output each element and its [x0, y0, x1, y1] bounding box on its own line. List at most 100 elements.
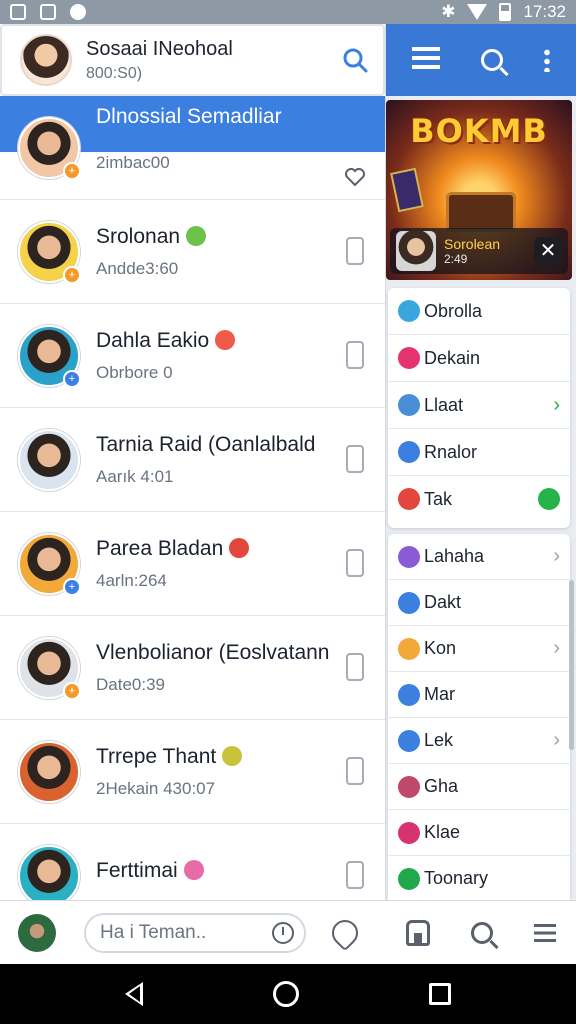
avatar[interactable]: + — [18, 532, 81, 596]
chat-list-item[interactable]: + Vlenbolianor (Eoslvatann Date0:39 — [0, 616, 385, 720]
emoji-icon — [222, 745, 243, 766]
contact-list-item[interactable]: Tak — [388, 476, 570, 522]
chat-name: Parea Bladan — [96, 536, 224, 560]
card-illustration — [390, 167, 424, 213]
contact-list-item[interactable]: Lahaha › — [388, 534, 570, 579]
contact-list-item[interactable]: Lek › — [388, 718, 570, 763]
emoji-icon — [183, 859, 204, 880]
chevron-right-icon[interactable]: › — [553, 637, 560, 660]
contact-label: Lahaha — [424, 546, 485, 566]
back-icon[interactable] — [125, 982, 143, 1006]
contact-list-item[interactable]: Rnalor — [388, 429, 570, 475]
menu-icon[interactable] — [533, 923, 556, 942]
chat-text: Dlnossial Semadliar 2imbac00 — [96, 105, 343, 173]
clock-icon[interactable] — [272, 921, 294, 944]
avatar — [398, 591, 420, 614]
chat-list-item[interactable]: + Parea Bladan 4arln:264 — [0, 512, 385, 616]
status-icons-left — [10, 4, 86, 20]
contact-list-item[interactable]: Gha — [388, 764, 570, 809]
heart-outline-icon[interactable] — [326, 914, 364, 951]
bottom-nav — [386, 900, 576, 964]
avatar[interactable]: + — [18, 116, 81, 180]
avatar[interactable] — [18, 428, 80, 491]
system-nav-bar — [0, 964, 576, 1024]
chevron-right-icon[interactable]: › — [553, 545, 560, 568]
more-options-icon[interactable] — [543, 48, 550, 72]
game-banner[interactable]: BOKMB Sorolean 2:49 ✕ — [386, 100, 572, 280]
phone-icon[interactable] — [343, 548, 367, 579]
chat-list-item[interactable]: Tarnia Raid (Oanlalbald Aarık 4:01 — [0, 408, 385, 512]
chat-name: Dahla Eakio — [96, 328, 210, 352]
heart-shape — [345, 167, 365, 186]
emoji-icon — [186, 225, 207, 246]
phone-icon[interactable] — [343, 860, 367, 891]
chat-list-item[interactable]: + Srolonan Andde3:60 — [0, 200, 385, 304]
phone-shape — [346, 236, 364, 265]
chevron-right-icon[interactable]: › — [553, 729, 560, 752]
chat-text: Dahla Eakio Obrbore 0 — [96, 329, 343, 383]
status-bar: ✱ 17:32 — [0, 0, 576, 24]
profile-header[interactable]: Sosaai INeohoal 800:S0) — [0, 24, 385, 96]
heart-outline-icon[interactable] — [343, 133, 367, 186]
phone-icon[interactable] — [343, 340, 367, 371]
phone-icon[interactable] — [343, 652, 367, 683]
phone-shape — [346, 756, 364, 785]
phone-icon[interactable] — [343, 756, 367, 787]
avatar[interactable]: + — [18, 324, 81, 388]
contact-list-item[interactable]: Toonary — [388, 856, 570, 901]
avatar[interactable]: + — [18, 636, 81, 700]
profile-header-text: Sosaai INeohoal 800:S0) — [86, 38, 341, 83]
phone-shape — [346, 548, 364, 577]
avatar — [398, 300, 420, 322]
emoji-icon — [229, 537, 250, 558]
avatar[interactable] — [18, 913, 56, 952]
contact-list-item[interactable]: Llaat › — [388, 382, 570, 428]
recent-apps-icon[interactable] — [429, 983, 451, 1005]
avatar — [398, 347, 420, 369]
phone-icon[interactable] — [343, 444, 367, 475]
search-icon[interactable] — [480, 49, 503, 71]
message-input[interactable]: Ha i Teman.. — [84, 912, 306, 953]
avatar[interactable] — [18, 740, 80, 803]
chat-list-item[interactable]: + Dlnossial Semadliar 2imbac00 — [0, 96, 385, 200]
avatar[interactable]: + — [18, 220, 81, 284]
list-icon[interactable] — [412, 47, 441, 73]
chevron-right-icon[interactable]: › — [553, 394, 560, 417]
contact-label: Toonary — [424, 868, 489, 888]
contact-label: Llaat — [424, 394, 464, 415]
avatar[interactable] — [18, 844, 80, 900]
phone-shape — [346, 860, 364, 889]
game-player-name: Sorolean — [444, 236, 501, 252]
chat-timestamp: Andde3:60 — [96, 258, 179, 278]
emoji-icon — [215, 329, 236, 350]
contact-list-item[interactable]: Dekain — [388, 335, 570, 381]
search-icon[interactable] — [341, 46, 369, 74]
contact-list-item[interactable]: Mar — [388, 672, 570, 717]
avatar — [398, 775, 420, 798]
avatar[interactable] — [20, 34, 72, 86]
phone-icon[interactable] — [343, 236, 367, 267]
message-bubble-icon[interactable] — [538, 488, 560, 510]
home-icon[interactable] — [406, 919, 431, 946]
chat-list-item[interactable]: Trrepe Thant 2Hekain 430:07 — [0, 720, 385, 824]
chat-list-item[interactable]: Ferttimai — [0, 824, 385, 900]
chat-list-item[interactable]: + Dahla Eakio Obrbore 0 — [0, 304, 385, 408]
chat-text: Ferttimai — [96, 859, 343, 893]
status-badge: + — [63, 577, 81, 596]
battery-icon — [499, 3, 512, 21]
contact-list-item[interactable]: Kon › — [388, 626, 570, 671]
game-footer: Sorolean 2:49 ✕ — [390, 228, 568, 274]
contact-list-item[interactable]: Obrolla — [388, 288, 570, 334]
status-badge: + — [63, 681, 81, 700]
home-button-icon[interactable] — [273, 981, 299, 1007]
contact-list-item[interactable]: Klae — [388, 810, 570, 855]
contact-label: Gha — [424, 776, 459, 796]
contact-label: Dekain — [424, 347, 481, 368]
chest-illustration — [446, 192, 516, 232]
status-badge: + — [63, 369, 81, 388]
search-icon[interactable] — [470, 921, 493, 944]
scrollbar[interactable] — [569, 580, 574, 750]
game-time: 2:49 — [444, 252, 468, 266]
close-icon[interactable]: ✕ — [534, 237, 562, 265]
contact-list-item[interactable]: Dakt — [388, 580, 570, 625]
